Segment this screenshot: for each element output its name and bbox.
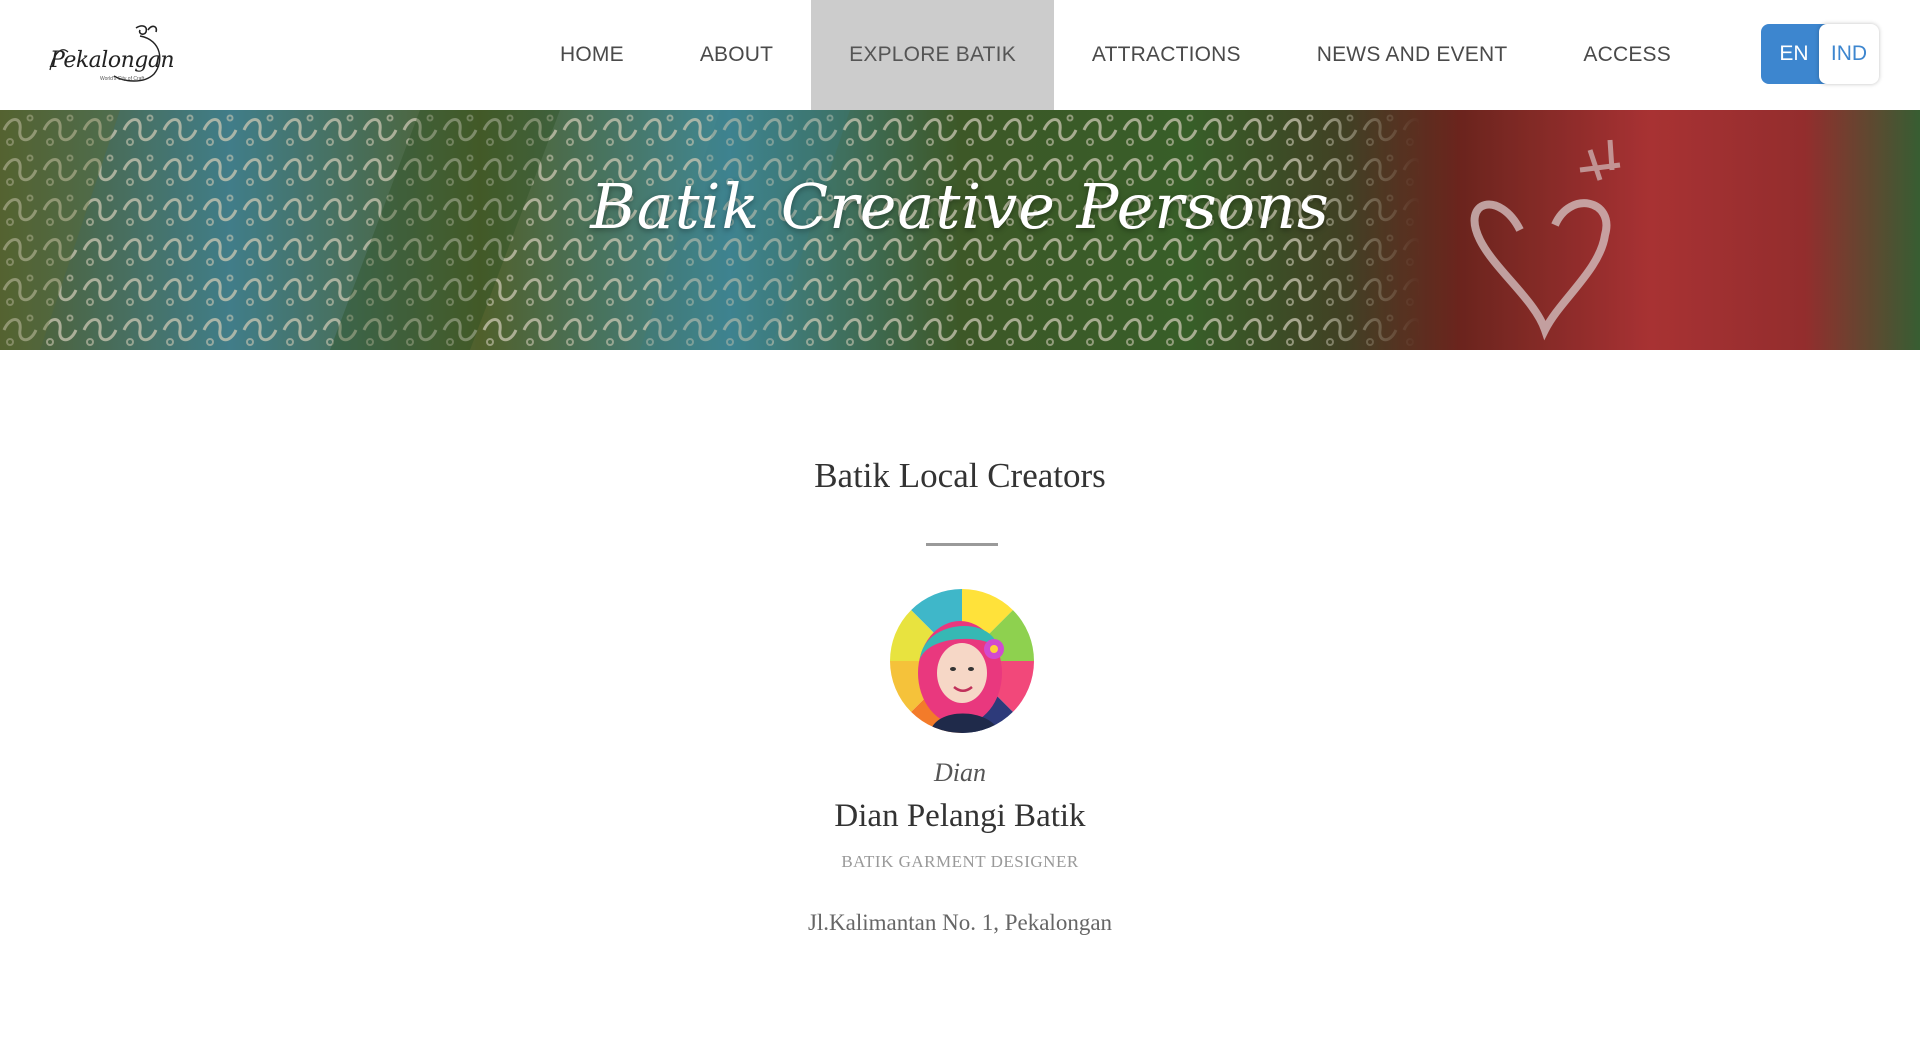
main-nav: HOME ABOUT EXPLORE BATIK ATTRACTIONS NEW… — [522, 0, 1709, 110]
creator-short-name: Dian — [934, 758, 986, 787]
creator-name[interactable]: Dian Pelangi Batik — [0, 798, 1920, 835]
banner-title: Batik Creative Persons — [590, 170, 1330, 243]
pekalongan-logo[interactable]: Pekalongan World's City of Craft — [44, 22, 175, 86]
nav-item-about[interactable]: ABOUT — [662, 0, 811, 110]
language-switcher: EN IND — [1761, 24, 1879, 84]
creator-role: BATIK GARMENT DESIGNER — [841, 852, 1079, 871]
section-title: Batik Local Creators — [814, 456, 1106, 495]
logo-text: Pekalongan — [50, 48, 175, 73]
section-divider — [926, 543, 998, 546]
creator-address: Jl.Kalimantan No. 1, Pekalongan — [807, 910, 1113, 935]
nav-item-attractions[interactable]: ATTRACTIONS — [1054, 0, 1279, 110]
language-ind-button[interactable]: IND — [1819, 24, 1879, 84]
nav-item-news-and-event[interactable]: NEWS AND EVENT — [1279, 0, 1546, 110]
creator-photo-image — [890, 589, 1034, 733]
nav-item-home[interactable]: HOME — [522, 0, 662, 110]
nav-item-explore-batik[interactable]: EXPLORE BATIK — [811, 0, 1054, 110]
language-en-button[interactable]: EN — [1761, 24, 1827, 84]
nav-item-access[interactable]: ACCESS — [1545, 0, 1709, 110]
logo-subtext: World's City of Craft — [100, 76, 145, 82]
creator-avatar[interactable] — [890, 589, 1034, 733]
site-header: Pekalongan World's City of Craft HOME AB… — [0, 0, 1920, 110]
hero-banner: Batik Creative Persons — [0, 110, 1920, 350]
